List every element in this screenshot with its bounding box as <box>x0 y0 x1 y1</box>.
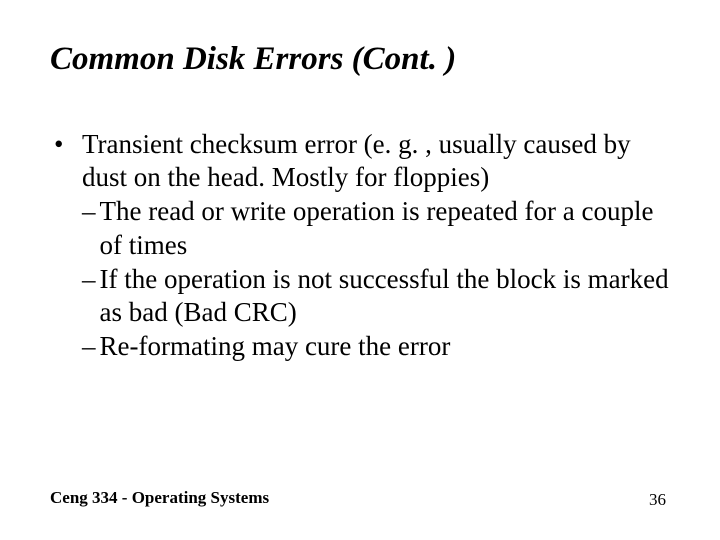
slide-title: Common Disk Errors (Cont. ) <box>50 40 670 80</box>
sub-text: If the operation is not successful the b… <box>100 263 671 331</box>
bullet-item: • Transient checksum error (e. g. , usua… <box>50 128 670 196</box>
bullet-text: Transient checksum error (e. g. , usuall… <box>82 128 670 196</box>
bullet-marker: • <box>50 128 82 162</box>
sub-marker: – <box>82 195 100 229</box>
sub-marker: – <box>82 330 100 364</box>
sub-list: – The read or write operation is repeate… <box>50 195 670 364</box>
slide-body: • Transient checksum error (e. g. , usua… <box>50 128 670 364</box>
sub-item: – The read or write operation is repeate… <box>82 195 670 263</box>
sub-item: – If the operation is not successful the… <box>82 263 670 331</box>
footer-course: Ceng 334 - Operating Systems <box>50 488 269 508</box>
sub-text: The read or write operation is repeated … <box>100 195 671 263</box>
page-number: 36 <box>649 490 666 510</box>
sub-text: Re-formating may cure the error <box>100 330 671 364</box>
sub-item: – Re-formating may cure the error <box>82 330 670 364</box>
sub-marker: – <box>82 263 100 297</box>
slide: Common Disk Errors (Cont. ) • Transient … <box>0 0 720 540</box>
